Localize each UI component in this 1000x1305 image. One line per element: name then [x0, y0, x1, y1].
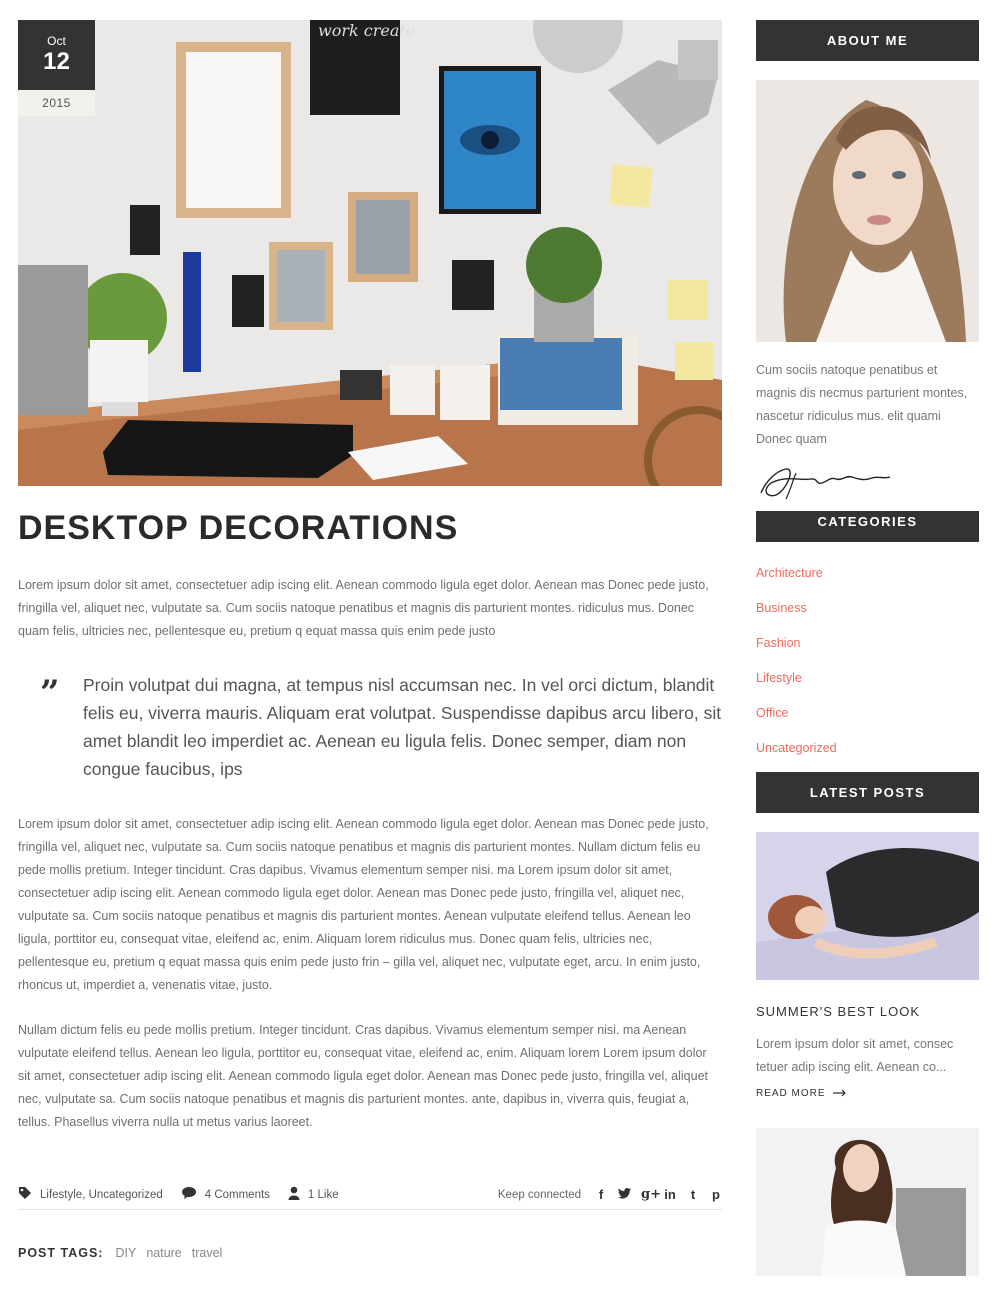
post-blockquote: ” Proin volutpat dui magna, at tempus ni… — [18, 671, 722, 783]
quote-text: Proin volutpat dui magna, at tempus nisl… — [83, 675, 722, 779]
user-icon — [288, 1186, 300, 1203]
likes-count: 1 Like — [307, 1188, 339, 1201]
category-business[interactable]: Business — [756, 599, 979, 634]
date-day: 12 — [43, 48, 70, 75]
post-likes[interactable]: 1 Like — [288, 1186, 339, 1203]
category-uncategorized[interactable]: Uncategorized — [756, 739, 979, 774]
post-categories: Lifestyle, Uncategorized — [18, 1186, 163, 1203]
category-link-uncategorized[interactable]: Uncategorized — [89, 1189, 163, 1201]
category-fashion[interactable]: Fashion — [756, 634, 979, 669]
latest-post-image-2[interactable] — [756, 1128, 979, 1276]
desk-photo: work create — [18, 20, 722, 486]
latest-post-image-1[interactable] — [756, 832, 979, 980]
tumblr-icon[interactable]: t — [687, 1187, 699, 1202]
category-office[interactable]: Office — [756, 704, 979, 739]
date-year: 2015 — [18, 90, 95, 116]
facebook-icon[interactable]: f — [595, 1187, 607, 1202]
sidebar: ABOUT ME Cum sociis natoque penatibus et… — [756, 20, 979, 1276]
quote-icon: ” — [40, 673, 60, 713]
signature-icon — [756, 461, 979, 501]
comment-icon — [181, 1186, 197, 1203]
post-date: Oct 12 2015 — [18, 20, 95, 116]
comments-count: 4 Comments — [204, 1188, 270, 1201]
linkedin-icon[interactable]: in — [664, 1187, 676, 1202]
tag-link-travel[interactable]: travel — [192, 1246, 223, 1260]
about-me-text: Cum sociis natoque penatibus et magnis d… — [756, 363, 968, 446]
hero-image: work create Oct 12 2015 — [18, 20, 722, 486]
category-architecture[interactable]: Architecture — [756, 564, 979, 599]
post-paragraph-1: Lorem ipsum dolor sit amet, consectetuer… — [18, 578, 709, 638]
category-link-lifestyle[interactable]: Lifestyle — [40, 1189, 82, 1201]
latest-post-title[interactable]: SUMMER'S BEST LOOK — [756, 1004, 979, 1019]
tag-icon — [18, 1186, 32, 1203]
arrow-right-icon — [829, 1088, 847, 1099]
page: work create Oct 12 2015 DESKTOP DECORATI… — [0, 0, 1000, 1305]
read-more-link[interactable]: READ MORE — [756, 1088, 847, 1099]
categories-list: Architecture Business Fashion Lifestyle … — [756, 564, 979, 774]
post-tags-label: POST TAGS: — [18, 1246, 104, 1260]
post-tags: POST TAGS: DIY nature travel — [18, 1246, 722, 1260]
read-more-label: READ MORE — [756, 1088, 826, 1099]
latest-post-excerpt: Lorem ipsum dolor sit amet, consec tetue… — [756, 1037, 954, 1074]
about-me-title: ABOUT ME — [756, 20, 979, 61]
date-month: Oct — [47, 34, 66, 48]
post-comments[interactable]: 4 Comments — [181, 1186, 270, 1203]
tag-link-nature[interactable]: nature — [146, 1246, 181, 1260]
main-content: work create Oct 12 2015 DESKTOP DECORATI… — [18, 20, 722, 1260]
pinterest-icon[interactable]: p — [710, 1187, 722, 1202]
twitter-icon[interactable] — [618, 1187, 631, 1202]
post-meta-bar: Lifestyle, Uncategorized 4 Comments 1 Li… — [18, 1180, 722, 1210]
category-lifestyle[interactable]: Lifestyle — [756, 669, 979, 704]
keep-connected-label: Keep connected — [497, 1188, 581, 1201]
post-paragraph-2: Lorem ipsum dolor sit amet, consectetuer… — [18, 817, 709, 992]
social-share-icons: f g+ in t p — [595, 1187, 722, 1202]
tag-link-diy[interactable]: DIY — [115, 1246, 136, 1260]
google-plus-icon[interactable]: g+ — [641, 1187, 661, 1202]
latest-posts-title: LATEST POSTS — [756, 772, 979, 813]
post-title: DESKTOP DECORATIONS — [18, 509, 459, 547]
about-me-photo — [756, 80, 979, 342]
categories-title: CATEGORIES — [756, 511, 979, 542]
post-paragraph-3: Nullam dictum felis eu pede mollis preti… — [18, 1023, 708, 1129]
hero-image-text: work create — [318, 21, 415, 40]
